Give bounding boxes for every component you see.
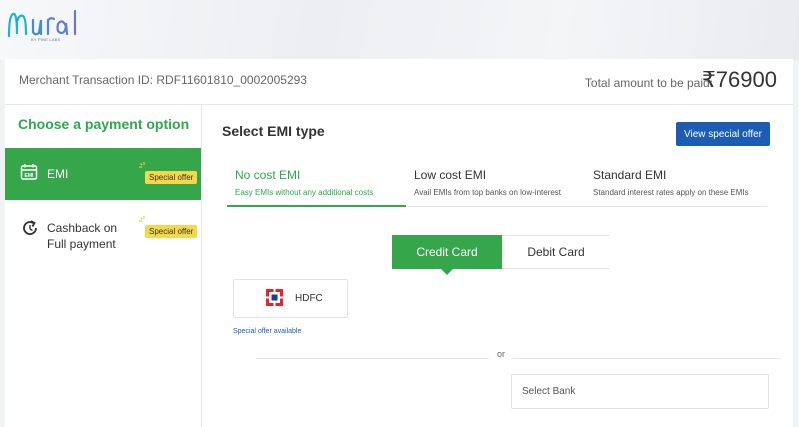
brand-tagline: BY PINE LABS (31, 37, 61, 42)
special-offer-badge: Special offer (145, 225, 198, 238)
emi-main-panel: Select EMI type View special offer No co… (202, 105, 793, 427)
tab-no-cost-emi[interactable]: No cost EMI Easy EMIs without any additi… (227, 165, 406, 207)
tab-subtitle: Easy EMIs without any additional costs (235, 188, 374, 197)
special-offer-available-note: Special offer available (233, 328, 302, 335)
bank-option-hdfc[interactable]: HDFC (233, 279, 348, 318)
sidebar-title: Choose a payment option (18, 116, 190, 132)
credit-card-button[interactable]: Credit Card (392, 235, 502, 269)
total-amount-label: Total amount to be paid: (584, 76, 713, 90)
background-header (0, 0, 799, 60)
transaction-bar: Merchant Transaction ID: RDF11601810_000… (5, 59, 793, 105)
select-bank-dropdown[interactable]: Select Bank (511, 374, 769, 409)
select-bank-placeholder: Select Bank (522, 386, 576, 397)
bank-name: HDFC (295, 293, 323, 304)
payment-option-cashback[interactable]: Cashback on Full payment Special offer (5, 209, 201, 259)
debit-card-button[interactable]: Debit Card (502, 236, 610, 268)
view-special-offer-button[interactable]: View special offer (676, 122, 770, 146)
payment-card: Merchant Transaction ID: RDF11601810_000… (5, 59, 793, 427)
or-separator: or (489, 349, 514, 359)
tab-title: Standard EMI (593, 168, 667, 182)
payment-option-emi-label: EMI (47, 167, 69, 181)
calendar-icon: EMI (20, 164, 38, 180)
tab-low-cost-emi[interactable]: Low cost EMI Avail EMIs from top banks o… (414, 165, 584, 207)
payment-option-emi[interactable]: EMI EMI Special offer (5, 148, 201, 200)
total-amount-value: ₹76900 (701, 67, 777, 92)
merchant-transaction-id: Merchant Transaction ID: RDF11601810_000… (19, 73, 307, 87)
tab-subtitle: Avail EMIs from top banks on low-interes… (414, 188, 562, 197)
refresh-icon (23, 220, 37, 235)
select-emi-type-title: Select EMI type (222, 123, 325, 139)
hdfc-logo-icon (266, 289, 283, 306)
special-offer-badge: Special offer (145, 171, 198, 184)
tab-title: No cost EMI (235, 168, 301, 182)
card-type-toggle: Credit Card Debit Card (392, 235, 610, 275)
svg-text:EMI: EMI (25, 173, 35, 179)
selected-arrow-indicator (441, 269, 453, 275)
payment-options-sidebar: Choose a payment option EMI EMI Special … (5, 105, 202, 427)
emi-type-tabs: No cost EMI Easy EMIs without any additi… (227, 165, 767, 207)
brand-logo: BY PINE LABS (7, 6, 97, 46)
tab-subtitle: Standard interest rates apply on these E… (593, 188, 749, 197)
tab-title: Low cost EMI (414, 168, 487, 182)
payment-option-cashback-label: Cashback on Full payment (47, 221, 118, 251)
divider (256, 358, 781, 359)
tab-standard-emi[interactable]: Standard EMI Standard interest rates app… (593, 165, 767, 207)
